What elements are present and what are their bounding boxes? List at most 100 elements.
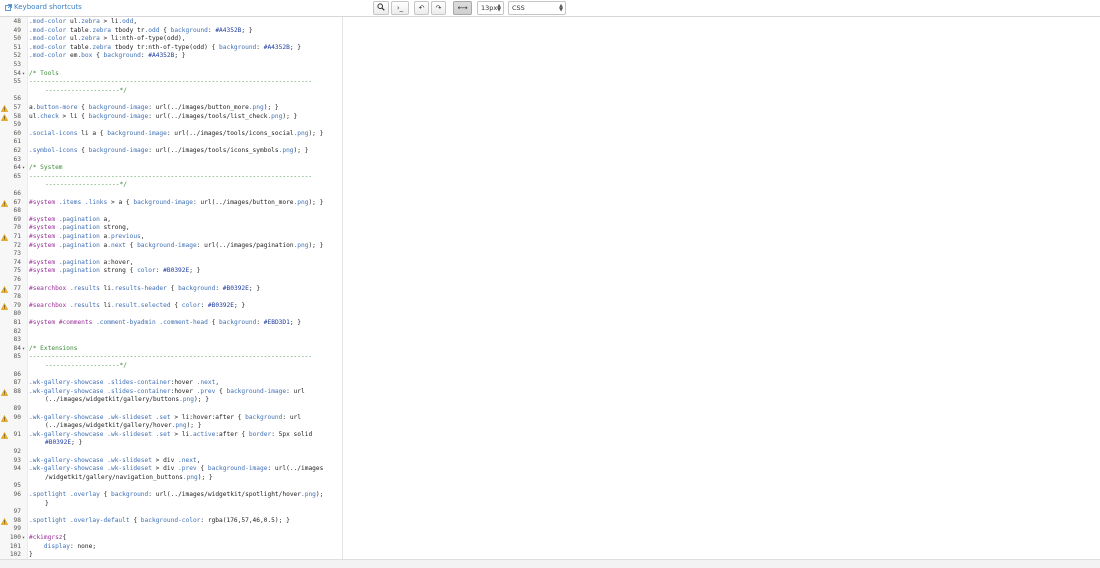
- code-line[interactable]: 58 ul.check > li { background-image: url(…: [0, 113, 342, 122]
- code-text: .spotlight .overlay-default { background…: [29, 516, 290, 524]
- code-editor[interactable]: 48 .mod-color ul.zebra > li.odd, 49 .mod-co…: [0, 17, 343, 559]
- code-line[interactable]: 90 .wk-gallery-showcase .wk-slideset .set…: [0, 414, 342, 423]
- code-line[interactable]: 73: [0, 250, 342, 259]
- code-line[interactable]: 62 .symbol-icons { background-image: url(…: [0, 147, 342, 156]
- external-link-icon: [5, 3, 12, 11]
- line-number: 94: [13, 465, 21, 473]
- line-number: 79: [13, 301, 21, 309]
- code-line[interactable]: 82: [0, 328, 342, 337]
- fold-arrow-icon[interactable]: ▾: [22, 164, 25, 173]
- code-line[interactable]: --------------------*/: [0, 181, 342, 190]
- code-line[interactable]: 102}: [0, 551, 342, 559]
- code-line[interactable]: 50 .mod-color ul.zebra > li:nth-of-type(o…: [0, 35, 342, 44]
- code-line[interactable]: 51 .mod-color table.zebra tbody tr:nth-of…: [0, 44, 342, 53]
- line-number: 76: [13, 276, 21, 283]
- code-line[interactable]: 74 #system .pagination a:hover,: [0, 259, 342, 268]
- code-line[interactable]: 97: [0, 508, 342, 517]
- line-number: 91: [13, 430, 21, 438]
- line-number: 77: [13, 284, 21, 292]
- code-line[interactable]: 52 .mod-color em.box { background: #A4352…: [0, 52, 342, 61]
- code-line[interactable]: 63: [0, 155, 342, 165]
- keyboard-shortcuts-link[interactable]: Keyboard shortcuts: [5, 3, 82, 11]
- terminal-button[interactable]: ›_: [391, 1, 409, 15]
- code-line[interactable]: 76: [0, 276, 342, 285]
- line-number: 97: [13, 508, 21, 516]
- wrap-toggle-button[interactable]: ⟷: [453, 1, 472, 15]
- code-line[interactable]: 100 ▾ #ckimgrsz{: [0, 534, 342, 543]
- fold-arrow-icon[interactable]: ▾: [22, 345, 25, 354]
- code-line[interactable]: 65 --------------------------------------…: [0, 173, 342, 182]
- code-line[interactable]: 93 .wk-gallery-showcase .wk-slideset > di…: [0, 457, 342, 466]
- code-line[interactable]: 70 #system .pagination strong,: [0, 224, 342, 233]
- code-text: .mod-color ul.zebra > li.odd,: [29, 18, 138, 25]
- code-line[interactable]: 79 #searchbox .results li.result.selected…: [0, 301, 342, 311]
- search-button[interactable]: [373, 1, 389, 15]
- code-text: #ckimgrsz{: [29, 534, 67, 541]
- font-size-select[interactable]: 13px ▲ ▼: [477, 1, 504, 15]
- code-line[interactable]: 85 --------------------------------------…: [0, 353, 342, 362]
- code-line[interactable]: 55 --------------------------------------…: [0, 78, 342, 87]
- code-line[interactable]: 98 .spotlight .overlay-default { backgrou…: [0, 516, 342, 526]
- line-number: 55: [13, 78, 21, 86]
- code-line[interactable]: 59: [0, 121, 342, 130]
- redo-icon: ↷: [435, 4, 442, 12]
- code-line[interactable]: 89: [0, 405, 342, 414]
- code-line[interactable]: 99: [0, 525, 342, 534]
- code-line[interactable]: (../images/widgetkit/gallery/hover.png);…: [0, 422, 342, 431]
- code-line[interactable]: /widgetkit/gallery/navigation_buttons.pn…: [0, 474, 342, 483]
- fold-arrow-icon[interactable]: ▾: [22, 534, 25, 543]
- code-line[interactable]: (../images/widgetkit/gallery/buttons.png…: [0, 396, 342, 405]
- code-line[interactable]: 57 a.button-more { background-image: url(…: [0, 104, 342, 113]
- code-line[interactable]: #B0392E; }: [0, 439, 342, 448]
- search-icon: [377, 3, 385, 13]
- line-number: 85: [13, 353, 21, 361]
- code-line[interactable]: }: [0, 499, 342, 509]
- redo-button[interactable]: ↷: [431, 1, 446, 15]
- code-line[interactable]: 67 #system .items .links > a { background…: [0, 199, 342, 208]
- code-text: #B0392E; }: [45, 439, 83, 447]
- line-number: 63: [13, 155, 21, 163]
- code-line[interactable]: 53: [0, 61, 342, 70]
- horizontal-scrollbar[interactable]: [0, 559, 1100, 568]
- code-line[interactable]: 54 ▾ /* Tools: [0, 70, 342, 79]
- code-line[interactable]: 49 .mod-color table.zebra tbody tr.odd { …: [0, 27, 342, 36]
- mode-select[interactable]: CSS ▲ ▼: [508, 1, 566, 15]
- code-line[interactable]: 80: [0, 310, 342, 319]
- code-line[interactable]: 95: [0, 482, 342, 491]
- code-line[interactable]: 87 .wk-gallery-showcase .slides-container…: [0, 379, 342, 388]
- code-line[interactable]: 56: [0, 95, 342, 104]
- code-line[interactable]: 78: [0, 293, 342, 302]
- code-line[interactable]: 94 .wk-gallery-showcase .wk-slideset > di…: [0, 465, 342, 474]
- code-line[interactable]: 72 #system .pagination a.next { backgroun…: [0, 242, 342, 251]
- code-line[interactable]: 60 .social-icons li a { background-image:…: [0, 130, 342, 139]
- code-line[interactable]: 81 #system #comments .comment-byadmin .co…: [0, 319, 342, 328]
- code-line[interactable]: 48 .mod-color ul.zebra > li.odd,: [0, 18, 342, 27]
- code-line[interactable]: 66: [0, 190, 342, 199]
- code-line[interactable]: 77 #searchbox .results li.results-header …: [0, 284, 342, 294]
- code-line[interactable]: --------------------*/: [0, 87, 342, 96]
- code-line[interactable]: 71 #system .pagination a.previous,: [0, 233, 342, 242]
- code-line[interactable]: 83: [0, 336, 342, 345]
- code-line[interactable]: 101 display: none;: [0, 543, 342, 552]
- code-line[interactable]: 75 #system .pagination strong { color: #B…: [0, 267, 342, 276]
- code-text: .symbol-icons { background-image: url(..…: [29, 147, 309, 154]
- code-line[interactable]: 68: [0, 207, 342, 216]
- fold-arrow-icon[interactable]: ▾: [22, 70, 25, 79]
- code-line[interactable]: 86: [0, 371, 342, 380]
- code-line[interactable]: 84 ▾ /* Extensions: [0, 344, 342, 354]
- line-number: 59: [13, 121, 21, 129]
- code-text: }: [45, 499, 49, 507]
- code-line[interactable]: --------------------*/: [0, 362, 342, 371]
- code-line[interactable]: 96 .spotlight .overlay { background: url(…: [0, 491, 342, 500]
- undo-button[interactable]: ↶: [414, 1, 429, 15]
- line-number: 84: [13, 344, 21, 352]
- code-line[interactable]: 69 #system .pagination a,: [0, 216, 342, 225]
- code-line[interactable]: 64 ▾ /* System: [0, 164, 342, 173]
- code-line[interactable]: 88 .wk-gallery-showcase .slides-container…: [0, 388, 342, 397]
- code-line[interactable]: 61: [0, 138, 342, 147]
- code-text: .mod-color ul.zebra > li:nth-of-type(odd…: [29, 35, 186, 43]
- line-number: 68: [13, 207, 21, 215]
- select-arrows-icon: ▲ ▼: [559, 3, 563, 13]
- code-line[interactable]: 92: [0, 448, 342, 457]
- code-line[interactable]: 91 .wk-gallery-showcase .wk-slideset .set…: [0, 430, 342, 440]
